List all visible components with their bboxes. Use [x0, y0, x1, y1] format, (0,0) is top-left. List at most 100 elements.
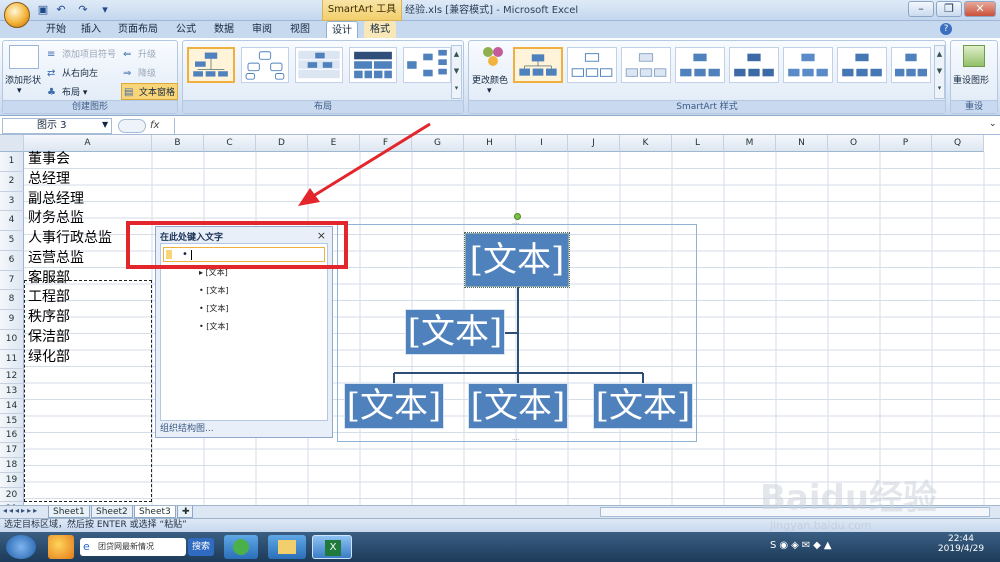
column-header-n[interactable]: N — [776, 135, 828, 152]
tab-format[interactable]: 格式 — [364, 21, 396, 38]
select-all-corner[interactable] — [0, 135, 24, 152]
column-header-k[interactable]: K — [620, 135, 672, 152]
row-header-9[interactable]: 9 — [0, 310, 24, 330]
promote-button[interactable]: ⇐ 升级 — [123, 47, 156, 60]
row-header-2[interactable]: 2 — [0, 171, 24, 192]
layout-thumb-hierarchy[interactable] — [241, 47, 289, 83]
row-header-17[interactable]: 17 — [0, 443, 24, 459]
office-button[interactable] — [4, 2, 30, 28]
row-header-14[interactable]: 14 — [0, 398, 24, 414]
app-360-icon[interactable] — [48, 535, 74, 559]
layout-thumb-labeled-hierarchy[interactable] — [295, 47, 343, 83]
column-header-l[interactable]: L — [672, 135, 724, 152]
smartart-node-child-2[interactable]: [文本] — [468, 383, 568, 429]
save-icon[interactable]: ▣ — [36, 3, 50, 17]
smartart-node-child-1[interactable]: [文本] — [344, 383, 444, 429]
taskbar-excel-icon[interactable]: X — [312, 535, 352, 559]
minimize-button[interactable]: – — [908, 1, 934, 17]
smartart-node-child-3[interactable]: [文本] — [593, 383, 693, 429]
name-box-dropdown-icon[interactable]: ▼ — [102, 120, 108, 129]
formula-bar-resize-handle[interactable] — [118, 119, 146, 133]
smartart-node-assistant[interactable]: [文本] — [405, 309, 505, 355]
sheet-nav-buttons[interactable]: ◂◂◂▸▸▸ — [3, 506, 39, 515]
frame-grip-top[interactable]: ···· — [512, 222, 522, 228]
cell-a1[interactable]: 董事会 — [28, 150, 70, 170]
row-header-5[interactable]: 5 — [0, 231, 24, 251]
layout-gallery-scroll[interactable]: ▲ ▼ ▾ — [451, 45, 462, 99]
cell-a3[interactable]: 副总经理 — [28, 190, 84, 210]
cell-a6[interactable]: 运营总监 — [28, 249, 84, 269]
row-header-16[interactable]: 16 — [0, 428, 24, 444]
column-header-o[interactable]: O — [828, 135, 880, 152]
insert-sheet-icon[interactable]: ✚ — [177, 506, 193, 518]
text-pane-item[interactable]: • [文本] — [199, 303, 229, 314]
tab-review[interactable]: 审阅 — [246, 21, 278, 38]
column-header-h[interactable]: H — [464, 135, 516, 152]
column-header-c[interactable]: C — [204, 135, 256, 152]
taskbar-explorer-icon[interactable] — [268, 535, 306, 559]
layout-thumb-horizontal-hierarchy[interactable] — [403, 47, 451, 83]
add-shape-button[interactable]: 添加形状 — [5, 73, 41, 86]
style-thumb-1[interactable] — [513, 47, 563, 83]
column-header-b[interactable]: B — [152, 135, 204, 152]
undo-icon[interactable]: ↶ — [54, 3, 68, 17]
style-thumb-7[interactable] — [837, 47, 887, 83]
cell-a5[interactable]: 人事行政总监 — [28, 229, 112, 249]
row-header-11[interactable]: 11 — [0, 349, 24, 370]
smartart-frame[interactable]: [文本] [文本] [文本] [文本] [文本] ···· ···· — [337, 213, 697, 444]
style-thumb-4[interactable] — [675, 47, 725, 83]
column-header-j[interactable]: J — [568, 135, 620, 152]
frame-grip-bottom[interactable]: ···· — [512, 438, 522, 444]
close-button[interactable]: ✕ — [964, 1, 996, 17]
qat-customize-icon[interactable]: ▾ — [98, 3, 112, 17]
layout-button[interactable]: ♣ 布局 ▾ — [47, 85, 87, 98]
column-header-q[interactable]: Q — [932, 135, 984, 152]
row-header-20[interactable]: 20 — [0, 487, 24, 503]
tab-page-layout[interactable]: 页面布局 — [112, 21, 164, 38]
row-header-4[interactable]: 4 — [0, 211, 24, 231]
redo-icon[interactable]: ↷ — [76, 3, 90, 17]
row-header-7[interactable]: 7 — [0, 270, 24, 291]
row-header-6[interactable]: 6 — [0, 250, 24, 271]
sheet-tab-2[interactable]: Sheet2 — [91, 506, 133, 518]
change-colors-button[interactable]: 更改颜色 — [472, 73, 508, 86]
name-box[interactable]: 图示 3 — [2, 118, 112, 134]
column-header-i[interactable]: I — [516, 135, 568, 152]
row-header-13[interactable]: 13 — [0, 384, 24, 399]
style-thumb-3[interactable] — [621, 47, 671, 83]
tab-data[interactable]: 数据 — [208, 21, 240, 38]
taskbar-browser-icon[interactable] — [224, 535, 258, 559]
row-header-12[interactable]: 12 — [0, 369, 24, 385]
text-pane-body[interactable]: • ▸ [文本] • [文本] • [文本] • [文本] — [160, 243, 328, 421]
maximize-button[interactable]: ❐ — [936, 1, 962, 17]
row-header-19[interactable]: 19 — [0, 472, 24, 488]
row-header-8[interactable]: 8 — [0, 290, 24, 310]
row-header-10[interactable]: 10 — [0, 329, 24, 350]
tab-view[interactable]: 视图 — [284, 21, 316, 38]
text-pane-button[interactable]: ▤ 文本窗格 — [121, 83, 179, 100]
tab-home[interactable]: 开始 — [40, 21, 72, 38]
style-gallery-scroll[interactable]: ▲ ▼ ▾ — [934, 45, 945, 99]
column-header-m[interactable]: M — [724, 135, 776, 152]
column-header-p[interactable]: P — [880, 135, 932, 152]
reset-graphic-button[interactable]: 重设图形 — [953, 73, 989, 86]
tab-design[interactable]: 设计 — [326, 21, 358, 38]
cell-a4[interactable]: 财务总监 — [28, 209, 84, 229]
sheet-tab-1[interactable]: Sheet1 — [48, 506, 90, 518]
text-pane-footer-link[interactable]: 组织结构图... — [160, 421, 214, 434]
demote-button[interactable]: ⇒ 降级 — [123, 66, 156, 79]
text-pane-item[interactable]: • [文本] — [199, 285, 229, 296]
layout-thumb-table-hierarchy[interactable] — [349, 47, 397, 83]
tab-formulas[interactable]: 公式 — [170, 21, 202, 38]
taskbar-search-button[interactable]: 搜索 — [188, 538, 214, 556]
row-header-1[interactable]: 1 — [0, 152, 24, 172]
system-tray-icons[interactable]: S◉◈✉◆▲ — [770, 540, 835, 551]
rotate-handle[interactable] — [514, 213, 521, 220]
expand-formula-icon[interactable]: ⌄ — [989, 119, 997, 129]
layout-thumb-org-chart[interactable] — [187, 47, 235, 83]
style-thumb-5[interactable] — [729, 47, 779, 83]
row-header-3[interactable]: 3 — [0, 191, 24, 212]
clock[interactable]: 22:44 2019/4/29 — [936, 534, 986, 554]
row-header-18[interactable]: 18 — [0, 458, 24, 473]
row-header-15[interactable]: 15 — [0, 413, 24, 429]
